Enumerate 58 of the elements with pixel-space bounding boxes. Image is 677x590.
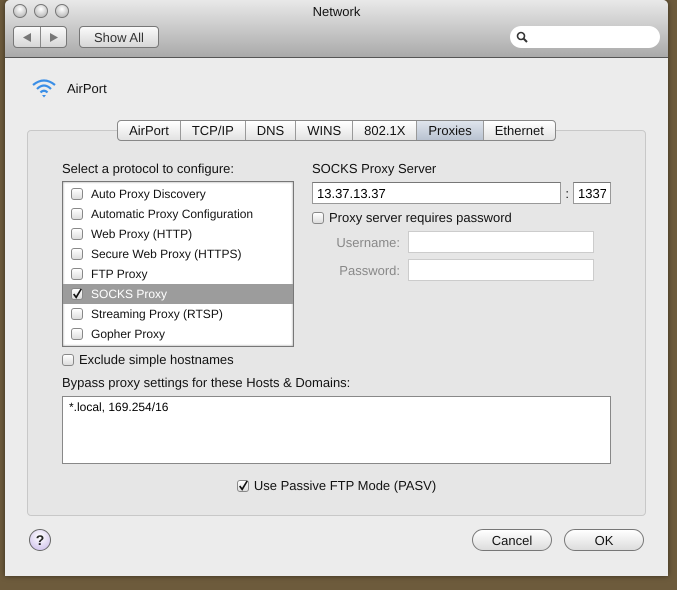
window-title: Network: [312, 4, 362, 18]
show-all-button[interactable]: Show All: [79, 26, 159, 48]
port-separator: :: [565, 186, 569, 200]
bypass-label: Bypass proxy settings for these Hosts & Domains:: [62, 375, 352, 390]
left-triangle-icon: [23, 32, 31, 42]
protocol-label: FTP Proxy: [91, 267, 148, 281]
minimize-button[interactable]: [34, 4, 48, 18]
service-name: AirPort: [67, 80, 107, 96]
host-field[interactable]: 13.37.13.37: [312, 182, 562, 204]
checkbox-label: Proxy server requires password: [329, 210, 512, 225]
zoom-button[interactable]: [55, 4, 69, 18]
help-button[interactable]: ?: [29, 529, 51, 551]
search-field[interactable]: [510, 26, 660, 48]
right-triangle-icon: [50, 32, 58, 42]
protocol-label: Automatic Proxy Configuration: [91, 207, 254, 221]
wifi-icon: [31, 78, 57, 98]
tab[interactable]: Proxies: [416, 121, 483, 140]
protocol-item[interactable]: Streaming Proxy (RTSP): [63, 304, 293, 324]
checkbox[interactable]: [71, 228, 83, 240]
protocol-label: SOCKS Proxy: [91, 287, 168, 301]
close-button[interactable]: [13, 4, 27, 18]
protocol-label: Secure Web Proxy (HTTPS): [91, 247, 242, 261]
checkbox[interactable]: [71, 268, 83, 280]
protocol-item[interactable]: Automatic Proxy Configuration: [63, 204, 293, 224]
checkbox[interactable]: [236, 480, 249, 492]
protocol-label: Web Proxy (HTTP): [91, 227, 192, 241]
tab[interactable]: AirPort: [118, 121, 180, 140]
search-icon: [516, 31, 528, 43]
checkbox[interactable]: [71, 248, 83, 260]
field-label: Password:: [338, 262, 400, 278]
tab[interactable]: TCP/IP: [180, 121, 245, 140]
checkbox[interactable]: [312, 212, 324, 224]
protocol-label: Gopher Proxy: [91, 327, 166, 341]
protocol-heading: Select a protocol to configure:: [62, 161, 235, 176]
server-heading: SOCKS Proxy Server: [312, 161, 438, 176]
dialog-button[interactable]: Cancel: [472, 529, 552, 551]
tab[interactable]: WINS: [295, 121, 352, 140]
protocol-label: Streaming Proxy (RTSP): [91, 307, 223, 321]
tab[interactable]: Ethernet: [482, 121, 555, 140]
protocol-item[interactable]: Auto Proxy Discovery: [63, 184, 293, 204]
checkbox[interactable]: [62, 354, 74, 366]
checkbox[interactable]: [71, 288, 83, 300]
protocol-item[interactable]: Secure Web Proxy (HTTPS): [63, 244, 293, 264]
port-field[interactable]: 1337: [573, 182, 611, 204]
checkbox[interactable]: [71, 308, 83, 320]
dialog-button[interactable]: OK: [564, 529, 644, 551]
checkbox[interactable]: [71, 188, 83, 200]
field-label: Username:: [335, 234, 400, 250]
protocol-item[interactable]: Web Proxy (HTTP): [63, 224, 293, 244]
checkbox-label: Exclude simple hostnames: [79, 352, 234, 367]
protocol-item[interactable]: FTP Proxy: [63, 264, 293, 284]
checkbox-label: Use Passive FTP Mode (PASV): [254, 478, 436, 493]
checkbox[interactable]: [71, 208, 83, 220]
protocol-item[interactable]: Gopher Proxy: [63, 324, 293, 344]
checkbox[interactable]: [71, 328, 83, 340]
tab[interactable]: DNS: [244, 121, 296, 140]
protocol-label: Auto Proxy Discovery: [91, 187, 206, 201]
bypass-field[interactable]: *.local, 169.254/16: [62, 396, 611, 464]
